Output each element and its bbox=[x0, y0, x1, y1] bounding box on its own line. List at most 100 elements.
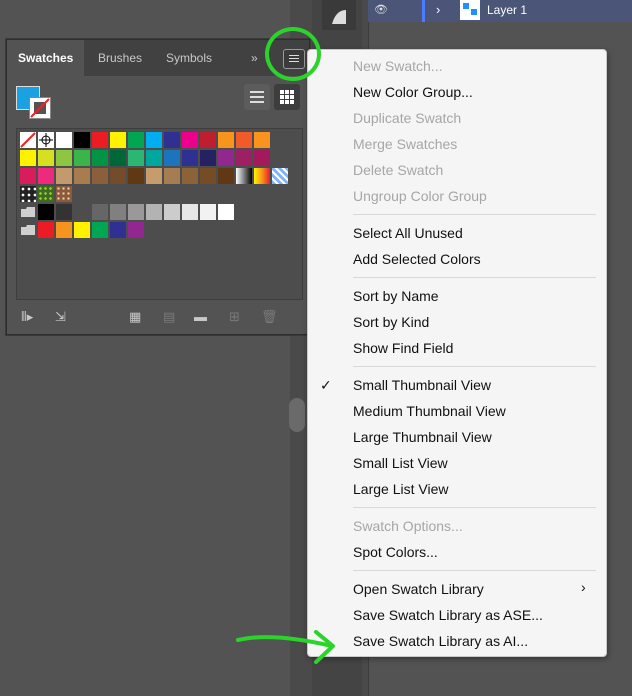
delete-swatch-icon[interactable]: 🗑 bbox=[261, 310, 278, 324]
color-swatch[interactable] bbox=[56, 150, 72, 166]
color-swatch[interactable] bbox=[218, 150, 234, 166]
color-swatch[interactable] bbox=[146, 204, 162, 220]
color-swatch[interactable] bbox=[182, 168, 198, 184]
color-swatch[interactable] bbox=[20, 168, 36, 184]
color-swatch[interactable] bbox=[146, 168, 162, 184]
color-swatch[interactable] bbox=[38, 168, 54, 184]
menu-item-select-all-unused[interactable]: Select All Unused bbox=[353, 225, 463, 241]
tool-icon[interactable] bbox=[322, 0, 356, 30]
menu-item-save-swatch-library-as-ase[interactable]: Save Swatch Library as ASE... bbox=[353, 607, 543, 623]
color-swatch[interactable] bbox=[74, 150, 90, 166]
color-swatch[interactable] bbox=[74, 204, 90, 220]
show-kinds-icon[interactable]: ▦ bbox=[129, 310, 141, 324]
swatch-registration[interactable] bbox=[38, 132, 54, 148]
visibility-eye-icon[interactable]: 👁 bbox=[374, 3, 388, 16]
color-swatch[interactable] bbox=[164, 132, 180, 148]
new-color-group-icon[interactable]: ▬ bbox=[194, 310, 207, 324]
color-swatch[interactable] bbox=[218, 204, 234, 220]
color-swatch[interactable] bbox=[92, 132, 108, 148]
color-swatch[interactable] bbox=[38, 222, 54, 238]
color-swatch[interactable] bbox=[92, 222, 108, 238]
layer-row[interactable]: 👁 › Layer 1 bbox=[368, 0, 632, 22]
swatch-libraries-icon[interactable]: ⦀▸ bbox=[21, 310, 33, 324]
menu-item-swatch-options[interactable]: Swatch Options... bbox=[353, 518, 463, 534]
color-swatch[interactable] bbox=[200, 150, 216, 166]
menu-item-small-thumbnail-view[interactable]: Small Thumbnail View bbox=[353, 377, 491, 393]
tab-brushes[interactable]: Brushes bbox=[87, 40, 153, 76]
color-swatch[interactable] bbox=[200, 168, 216, 184]
place-swatches-icon[interactable]: ⇲ bbox=[55, 310, 66, 324]
swatch-pattern[interactable] bbox=[38, 186, 54, 202]
color-swatch[interactable] bbox=[146, 150, 162, 166]
color-swatch[interactable] bbox=[74, 222, 90, 238]
color-swatch[interactable] bbox=[128, 132, 144, 148]
color-swatch[interactable] bbox=[110, 168, 126, 184]
tab-symbols[interactable]: Symbols bbox=[155, 40, 223, 76]
color-swatch[interactable] bbox=[56, 168, 72, 184]
color-swatch[interactable] bbox=[20, 150, 36, 166]
swatch-none[interactable] bbox=[20, 132, 36, 148]
color-swatch[interactable] bbox=[200, 132, 216, 148]
color-swatch[interactable] bbox=[38, 204, 54, 220]
color-swatch[interactable] bbox=[38, 150, 54, 166]
swatch-gradient[interactable] bbox=[272, 168, 288, 184]
menu-item-small-list-view[interactable]: Small List View bbox=[353, 455, 448, 471]
color-swatch[interactable] bbox=[218, 168, 234, 184]
swatch-gradient[interactable] bbox=[254, 168, 270, 184]
color-swatch[interactable] bbox=[218, 132, 234, 148]
color-swatch[interactable] bbox=[200, 204, 216, 220]
menu-item-spot-colors[interactable]: Spot Colors... bbox=[353, 544, 438, 560]
menu-item-save-swatch-library-as-ai[interactable]: Save Swatch Library as AI... bbox=[353, 633, 528, 649]
color-swatch[interactable] bbox=[236, 132, 252, 148]
color-swatch[interactable] bbox=[110, 222, 126, 238]
menu-item-sort-by-name[interactable]: Sort by Name bbox=[353, 288, 439, 304]
color-swatch[interactable] bbox=[128, 222, 144, 238]
color-swatch[interactable] bbox=[56, 204, 72, 220]
color-swatch[interactable] bbox=[254, 132, 270, 148]
menu-item-open-swatch-library[interactable]: Open Swatch Library bbox=[353, 581, 484, 597]
color-swatch[interactable] bbox=[92, 204, 108, 220]
color-swatch[interactable] bbox=[146, 132, 162, 148]
menu-item-show-find-field[interactable]: Show Find Field bbox=[353, 340, 453, 356]
swatch-gradient[interactable] bbox=[236, 168, 252, 184]
menu-item-add-selected-colors[interactable]: Add Selected Colors bbox=[353, 251, 481, 267]
color-swatch[interactable] bbox=[128, 204, 144, 220]
menu-item-ungroup-color-group[interactable]: Ungroup Color Group bbox=[353, 188, 487, 204]
color-swatch[interactable] bbox=[56, 222, 72, 238]
color-swatch[interactable] bbox=[74, 168, 90, 184]
menu-item-new-color-group[interactable]: New Color Group... bbox=[353, 84, 473, 100]
new-swatch-icon[interactable]: ⊞ bbox=[229, 310, 240, 324]
thumbnail-view-button[interactable] bbox=[274, 84, 300, 110]
list-view-button[interactable] bbox=[244, 84, 270, 110]
color-swatch[interactable] bbox=[164, 150, 180, 166]
swatch-pattern[interactable] bbox=[56, 186, 72, 202]
color-swatch[interactable] bbox=[164, 168, 180, 184]
color-swatch[interactable] bbox=[128, 150, 144, 166]
tab-swatches[interactable]: Swatches bbox=[7, 40, 85, 76]
expand-arrow-icon[interactable]: › bbox=[436, 2, 440, 17]
color-swatch[interactable] bbox=[110, 150, 126, 166]
color-swatch[interactable] bbox=[92, 150, 108, 166]
color-swatch[interactable] bbox=[110, 132, 126, 148]
color-swatch[interactable] bbox=[182, 150, 198, 166]
color-swatch[interactable] bbox=[110, 204, 126, 220]
color-swatch[interactable] bbox=[74, 132, 90, 148]
color-swatch[interactable] bbox=[56, 132, 72, 148]
swatch-pattern[interactable] bbox=[20, 186, 36, 202]
color-swatch[interactable] bbox=[128, 168, 144, 184]
stroke-color-swatch[interactable] bbox=[29, 97, 51, 119]
menu-item-duplicate-swatch[interactable]: Duplicate Swatch bbox=[353, 110, 461, 126]
menu-item-sort-by-kind[interactable]: Sort by Kind bbox=[353, 314, 429, 330]
panel-collapse-handle[interactable] bbox=[289, 398, 305, 432]
color-swatch[interactable] bbox=[92, 168, 108, 184]
color-swatch[interactable] bbox=[164, 204, 180, 220]
color-swatch[interactable] bbox=[182, 204, 198, 220]
menu-item-large-list-view[interactable]: Large List View bbox=[353, 481, 448, 497]
menu-item-large-thumbnail-view[interactable]: Large Thumbnail View bbox=[353, 429, 492, 445]
color-swatch[interactable] bbox=[254, 150, 270, 166]
menu-item-delete-swatch[interactable]: Delete Swatch bbox=[353, 162, 443, 178]
menu-item-medium-thumbnail-view[interactable]: Medium Thumbnail View bbox=[353, 403, 506, 419]
swatch-options-icon[interactable]: ▤ bbox=[163, 310, 175, 324]
overflow-tabs-icon[interactable]: » bbox=[251, 40, 258, 76]
color-swatch[interactable] bbox=[236, 150, 252, 166]
